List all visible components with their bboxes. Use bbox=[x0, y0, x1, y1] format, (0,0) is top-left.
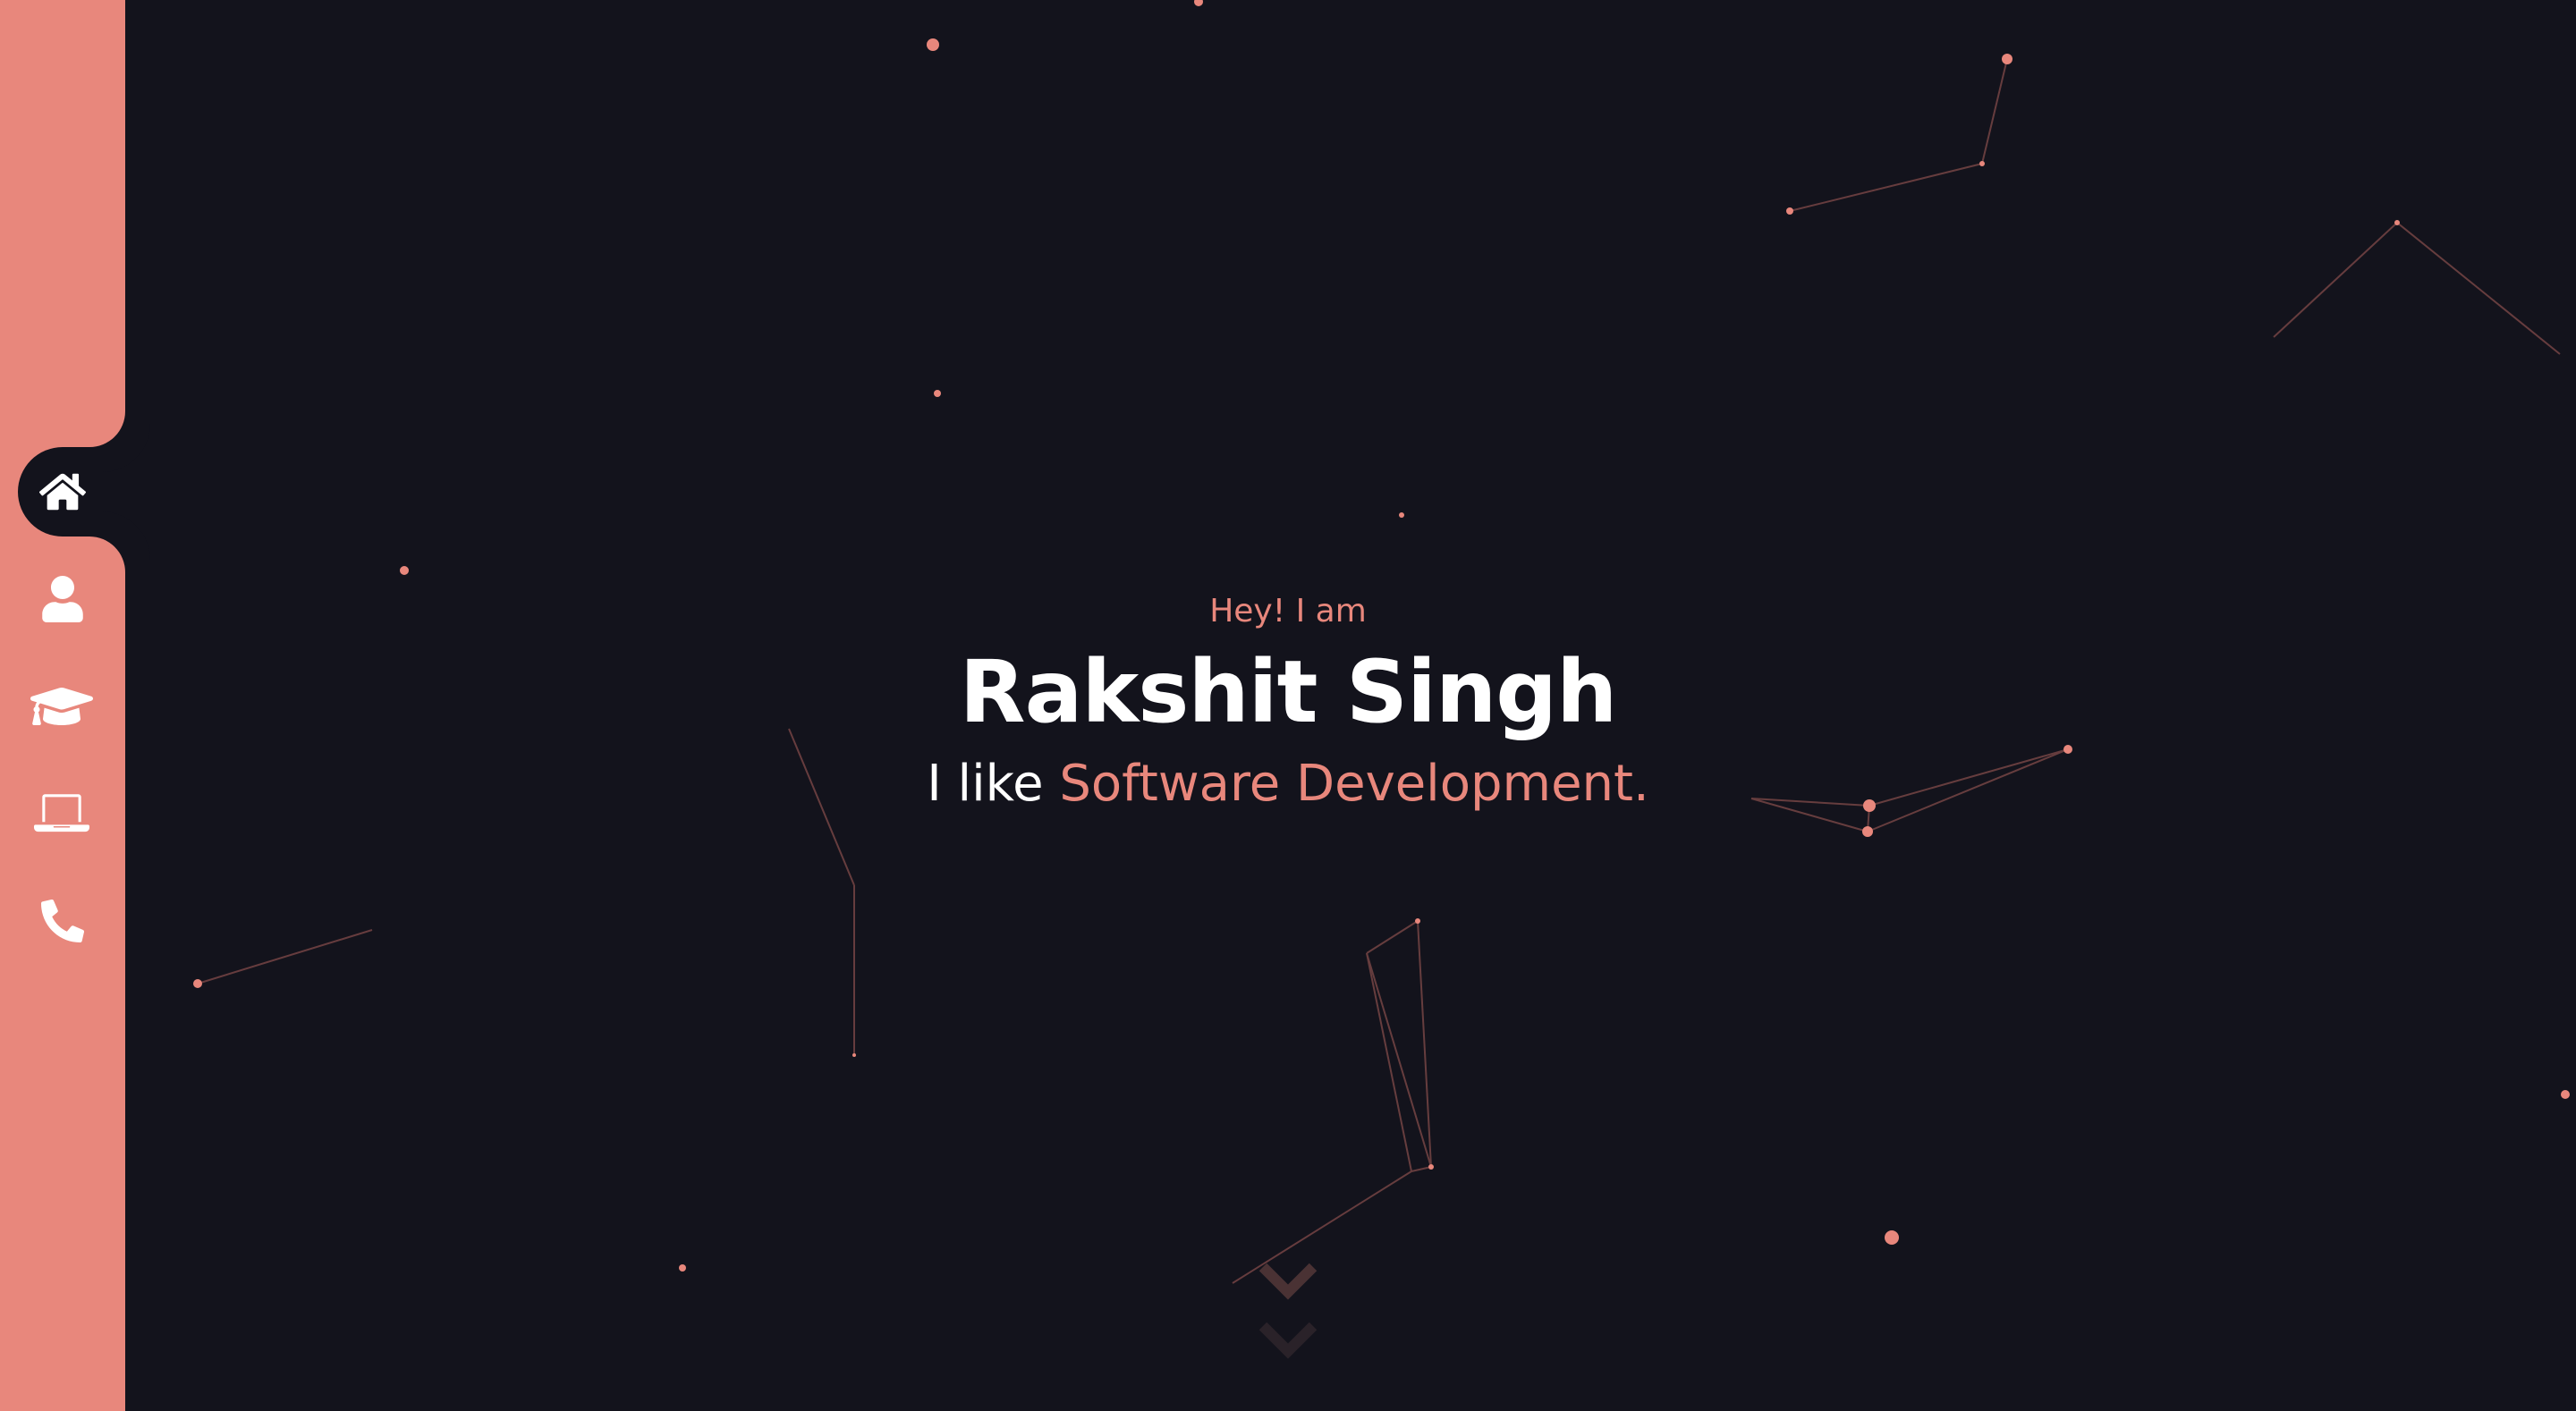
sidebar-item-projects[interactable] bbox=[18, 769, 125, 858]
laptop-icon bbox=[34, 794, 89, 832]
hero-greeting: Hey! I am bbox=[1209, 593, 1367, 629]
hero-name: Rakshit Singh bbox=[959, 642, 1618, 742]
hero-section: Hey! I am Rakshit Singh I like Software … bbox=[125, 0, 2451, 1411]
sidebar-item-home[interactable] bbox=[18, 447, 125, 537]
user-icon bbox=[42, 576, 83, 622]
chevron-down-icon bbox=[1258, 1263, 1318, 1300]
sidebar bbox=[0, 0, 125, 1411]
chevron-down-icon-secondary bbox=[1258, 1322, 1318, 1359]
sidebar-item-education[interactable] bbox=[18, 662, 125, 751]
graduation-cap-icon bbox=[30, 687, 93, 725]
tagline-prefix: I like bbox=[927, 755, 1044, 813]
sidebar-item-about[interactable] bbox=[18, 554, 125, 644]
phone-icon bbox=[41, 900, 84, 942]
hero-tagline: I like Software Development. bbox=[125, 755, 2451, 813]
tagline-highlight: Software Development. bbox=[1059, 755, 1649, 813]
scroll-down-indicator[interactable] bbox=[1256, 1256, 1320, 1373]
page: Hey! I am Rakshit Singh I like Software … bbox=[0, 0, 2576, 1411]
sidebar-item-contact[interactable] bbox=[18, 876, 125, 966]
home-icon bbox=[39, 473, 86, 511]
